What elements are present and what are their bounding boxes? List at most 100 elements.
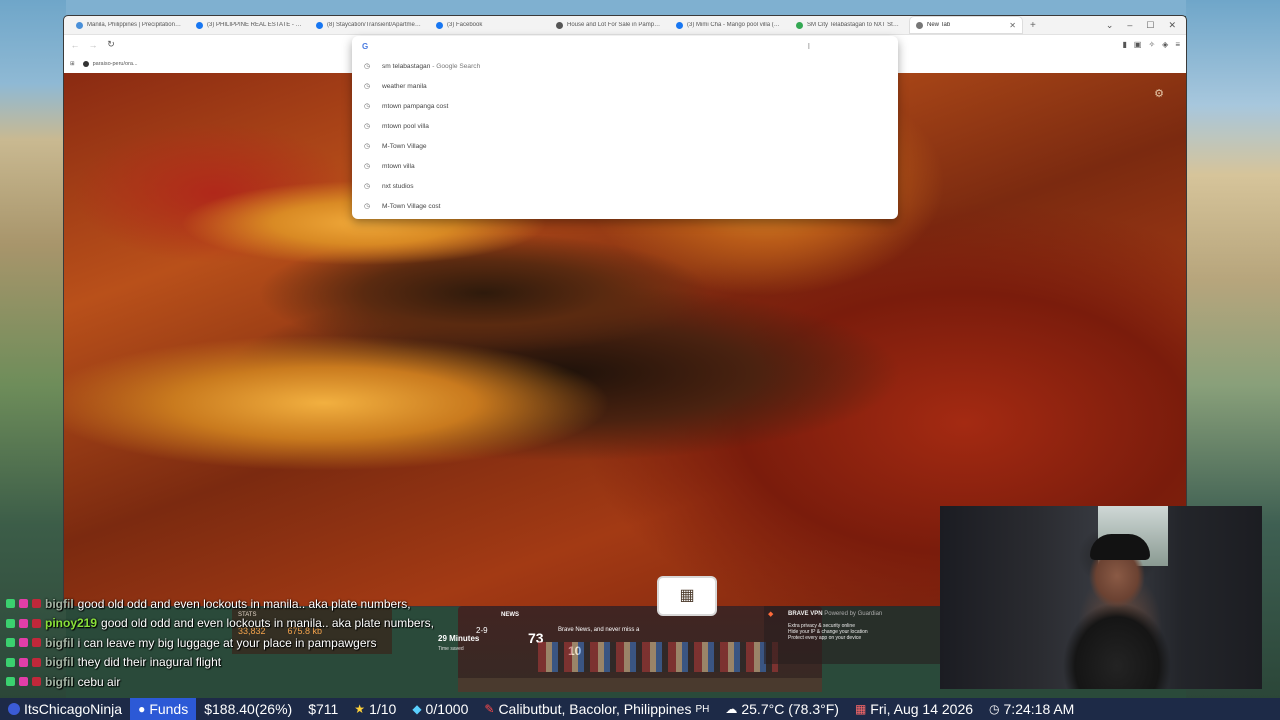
sidebar-icon[interactable]: ▮ [1123, 40, 1127, 49]
omnibox-input[interactable]: G I [352, 36, 898, 56]
minimize-button[interactable]: – [1127, 20, 1132, 31]
menu-icon[interactable]: ≡ [1175, 40, 1180, 49]
browser-tab[interactable]: Manila, Philippines | Precipitation Fo..… [70, 17, 188, 33]
browser-tab[interactable]: (3) Facebook [430, 17, 548, 33]
omnibox-suggestion[interactable]: ◷ mtown pampanga cost [352, 96, 898, 116]
close-window-button[interactable]: ✕ [1168, 20, 1176, 31]
tab-favicon-icon [316, 21, 323, 29]
suggestion-text: weather manila [382, 82, 427, 90]
clock: ◷ 7:24:18 AM [989, 701, 1075, 717]
tab-favicon-icon [676, 21, 683, 29]
tab-title: SM City Telabastagan to NXT Studio... [807, 22, 902, 28]
brave-lion-icon: ◆ [768, 611, 774, 618]
tab-title: Manila, Philippines | Precipitation Fo..… [87, 22, 182, 28]
mod-badge-icon [32, 638, 41, 648]
history-clock-icon: ◷ [363, 183, 371, 190]
omnibox-suggestion[interactable]: ◷ M-Town Village [352, 136, 898, 156]
tab-title: (3) PHILIPPINE REAL ESTATE - FOR S... [207, 22, 302, 28]
bits-badge-icon [19, 657, 28, 667]
tab-title: (8) Staycation/Transient/Apartment ... [327, 22, 422, 28]
funds-label: ● Funds [130, 698, 197, 720]
tab-strip: Manila, Philippines | Precipitation Fo..… [64, 16, 1186, 35]
bits-badge-icon [19, 638, 28, 648]
forward-icon[interactable]: → [88, 40, 98, 50]
chat-text: good old odd and even lockouts in manila… [101, 616, 434, 631]
chat-text: good old odd and even lockouts in manila… [77, 596, 411, 611]
location-pin-icon: ✎ [484, 702, 495, 716]
chat-text: cebu air [77, 674, 121, 689]
subscriber-badge-icon [6, 657, 15, 667]
gear-icon[interactable]: ⚙ [1154, 87, 1164, 100]
streamer-cap [1090, 534, 1150, 560]
chat-message: pinoy219 good old odd and even lockouts i… [0, 614, 470, 634]
browser-tab[interactable]: (3) Mimi Cha - Mango pool villa (43... [670, 17, 788, 33]
browser-tab[interactable]: (8) Staycation/Transient/Apartment ... [310, 17, 428, 33]
google-icon: G [362, 41, 369, 51]
browser-tab[interactable]: House and Lot For Sale in Pampang... [550, 17, 668, 33]
history-clock-icon: ◷ [363, 143, 371, 150]
suggestion-text: mtown pampanga cost [382, 102, 449, 110]
tab-favicon-icon [916, 21, 923, 29]
bookmark-item[interactable]: paraiso-peru/ora... [82, 60, 138, 67]
stream-background-top [66, 0, 1186, 16]
tab-title: (3) Facebook [447, 22, 483, 28]
clock-icon: ◷ [989, 702, 1000, 716]
wallet-icon[interactable]: ▣ [1134, 40, 1142, 49]
browser-tab[interactable]: (3) PHILIPPINE REAL ESTATE - FOR S... [190, 17, 308, 33]
reload-icon[interactable]: ↻ [106, 39, 116, 50]
history-clock-icon: ◷ [363, 63, 371, 70]
browser-tab[interactable]: New Tab ✕ [910, 17, 1022, 33]
extensions-icon[interactable]: ✧ [1148, 40, 1155, 49]
apps-grid-icon[interactable]: ⊞ [70, 61, 75, 67]
diamonds-goal: ◆ 0/1000 [412, 701, 469, 717]
facebook-icon [8, 703, 20, 715]
chat-message: bigfil they did their inagural flight [0, 653, 470, 673]
text-cursor-icon: I [807, 41, 810, 51]
new-tab-button[interactable]: + [1024, 20, 1042, 31]
chat-message: bigfil i can leave my big luggage at your… [0, 633, 470, 653]
omnibox-suggestion[interactable]: ◷ sm telabastagan - Google Search [352, 56, 898, 76]
star-icon: ★ [354, 702, 366, 716]
vpn-title: BRAVE VPN Powered by Guardian [788, 611, 883, 617]
omnibox-suggestion[interactable]: ◷ M-Town Village cost [352, 196, 898, 216]
funds-balance: $188.40(26%) [204, 701, 293, 717]
money-bag-icon: ● [138, 702, 146, 716]
shield-icon[interactable]: ◈ [1162, 40, 1168, 49]
omnibox-dropdown: G I ◷ sm telabastagan - Google Search ◷ wea… [352, 36, 898, 219]
mod-badge-icon [32, 677, 41, 687]
tab-favicon-icon [76, 21, 83, 29]
omnibox-suggestion[interactable]: ◷ mtown pool villa [352, 116, 898, 136]
chat-message: bigfil good old odd and even lockouts in … [0, 594, 470, 614]
back-icon[interactable]: ← [70, 40, 80, 50]
calendar-icon: ▦ [854, 702, 867, 716]
tab-title: (3) Mimi Cha - Mango pool villa (43... [687, 22, 782, 28]
tab-title: House and Lot For Sale in Pampang... [567, 22, 662, 28]
bits-badge-icon [19, 599, 28, 609]
vpn-line: Protect every app on your device [788, 635, 862, 641]
tab-search-icon[interactable]: ⌄ [1106, 20, 1114, 31]
chat-username: bigfil [45, 674, 74, 689]
chat-username: bigfil [45, 635, 74, 650]
date: ▦ Fri, Aug 14 2026 [854, 701, 974, 717]
browser-tab[interactable]: SM City Telabastagan to NXT Studio... [790, 17, 908, 33]
chat-overlay: bigfil good old odd and even lockouts in … [0, 594, 470, 694]
omnibox-suggestion[interactable]: ◷ weather manila [352, 76, 898, 96]
omnibox-suggestion[interactable]: ◷ mtown villa [352, 156, 898, 176]
chat-message: bigfil cebu air [0, 672, 470, 692]
mod-badge-icon [32, 618, 41, 628]
funds-total: $711 [308, 701, 339, 717]
bits-badge-icon [19, 677, 28, 687]
history-clock-icon: ◷ [363, 163, 371, 170]
history-clock-icon: ◷ [363, 83, 371, 90]
subscriber-badge-icon [6, 677, 15, 687]
suggestion-text: mtown pool villa [382, 122, 429, 130]
suggestion-text: mtown villa [382, 162, 415, 170]
tab-close-icon[interactable]: ✕ [1009, 21, 1016, 30]
mod-badge-icon [32, 657, 41, 667]
maximize-button[interactable]: ☐ [1146, 20, 1154, 31]
omnibox-suggestion[interactable]: ◷ nxt studios [352, 176, 898, 196]
weather-icon: ☁ [725, 702, 738, 716]
chat-text: they did their inagural flight [77, 655, 222, 670]
tab-favicon-icon [796, 21, 803, 29]
chat-username: bigfil [45, 655, 74, 670]
